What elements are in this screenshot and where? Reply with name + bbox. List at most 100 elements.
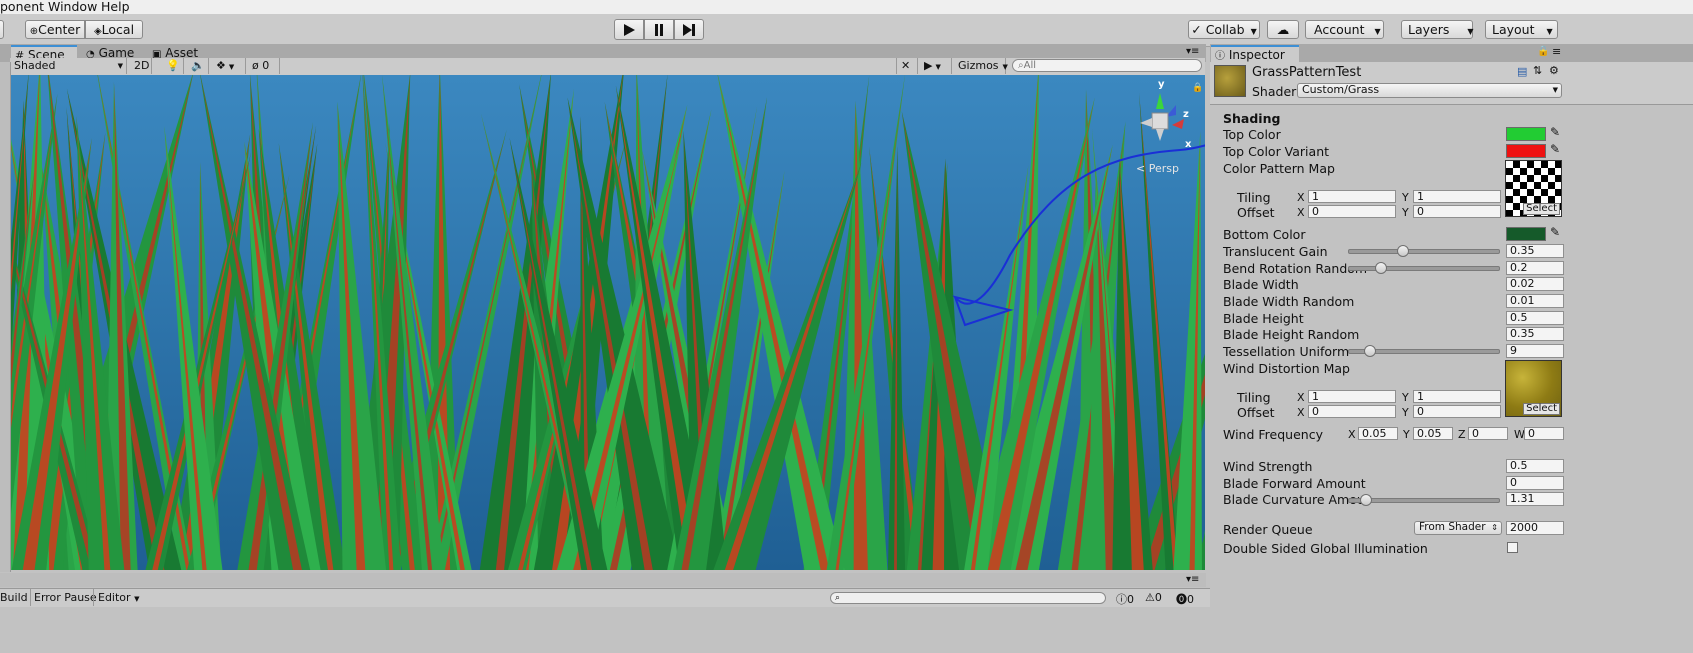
gizmo-lock-icon[interactable]: 🔒 xyxy=(1192,83,1203,93)
console-search-input[interactable]: ⌕ xyxy=(830,592,1106,604)
speaker-icon: 🔈 xyxy=(191,59,205,72)
pause-button[interactable] xyxy=(644,19,674,40)
translucent-gain-input[interactable]: 0.35 xyxy=(1506,244,1564,258)
account-dropdown[interactable]: Account ▼ xyxy=(1305,20,1384,39)
tessellation-uniform-input[interactable]: 9 xyxy=(1506,344,1564,358)
blade-width-random-input[interactable]: 0.01 xyxy=(1506,294,1564,308)
gizmos-dropdown[interactable]: Gizmos ▼ xyxy=(954,58,1008,74)
error-icon: ⓿ xyxy=(1176,593,1187,606)
shading-mode-dropdown[interactable]: Shaded ▼ xyxy=(10,58,127,74)
offset-y-input[interactable]: 0 xyxy=(1413,205,1501,218)
hidden-objects-toggle[interactable]: ø 0 xyxy=(248,58,280,74)
translucent-gain-thumb[interactable] xyxy=(1397,245,1409,257)
play-button[interactable] xyxy=(614,19,644,40)
audio-toggle[interactable]: 🔈 xyxy=(187,58,209,74)
blade-width-input[interactable]: 0.02 xyxy=(1506,277,1564,291)
layout-dropdown[interactable]: Layout ▼ xyxy=(1485,20,1558,39)
bend-rotation-random-thumb[interactable] xyxy=(1375,262,1387,274)
lock-icon[interactable]: 🔒 xyxy=(1537,46,1549,57)
cloud-button[interactable]: ☁ xyxy=(1267,20,1299,39)
wind-frequency-label: Wind Frequency xyxy=(1223,427,1323,442)
orientation-gizmo[interactable]: y z x 🔒 xyxy=(1130,79,1203,163)
gizmo-z-label: z xyxy=(1183,109,1189,120)
eyedropper-icon[interactable]: ✎ xyxy=(1550,225,1560,239)
bend-rotation-random-input[interactable]: 0.2 xyxy=(1506,261,1564,275)
blade-forward-amount-input[interactable]: 0 xyxy=(1506,476,1564,490)
blade-height-random-label: Blade Height Random xyxy=(1223,327,1360,342)
panel-menu-icon[interactable]: ≡ xyxy=(1552,45,1561,58)
wind-strength-input[interactable]: 0.5 xyxy=(1506,459,1564,473)
color-pattern-select-button[interactable]: Select xyxy=(1523,203,1560,215)
lighting-toggle[interactable]: 💡 xyxy=(162,58,184,74)
projection-label[interactable]: < Persp xyxy=(1136,162,1179,175)
error-filter-toggle[interactable]: ⓿0 xyxy=(1176,591,1194,607)
effects-dropdown[interactable]: ❖ ▼ xyxy=(212,58,246,74)
panel-menu-icon[interactable]: ▾≡ xyxy=(1186,574,1199,585)
menu-item-window[interactable]: Window xyxy=(48,0,97,14)
wind-frequency-z-input[interactable]: 0 xyxy=(1468,427,1508,440)
offset-x-input[interactable]: 0 xyxy=(1308,405,1396,418)
menu-item-help[interactable]: Help xyxy=(101,0,130,14)
x-label: X xyxy=(1297,206,1305,219)
translucent-gain-slider[interactable] xyxy=(1348,249,1500,254)
top-color-variant-swatch[interactable] xyxy=(1506,144,1546,158)
z-label: Z xyxy=(1458,428,1466,441)
blade-curvature-amount-input[interactable]: 1.31 xyxy=(1506,492,1564,506)
section-shading: Shading xyxy=(1223,111,1281,126)
blade-curvature-amount-thumb[interactable] xyxy=(1360,494,1372,506)
transform-tool-button[interactable] xyxy=(0,20,4,39)
collab-dropdown[interactable]: ✓ Collab ▼ xyxy=(1188,20,1260,39)
menu-item-component[interactable]: ponent xyxy=(0,0,44,14)
render-queue-input[interactable]: 2000 xyxy=(1506,521,1564,535)
bend-rotation-random-slider[interactable] xyxy=(1348,266,1500,271)
space-local-button[interactable]: ◈Local xyxy=(85,20,143,39)
scene-search-input[interactable]: ⌕All xyxy=(1012,59,1202,72)
tiling-x-input[interactable]: 1 xyxy=(1308,190,1396,203)
tiling-x-input[interactable]: 1 xyxy=(1308,390,1396,403)
layers-dropdown[interactable]: Layers ▼ xyxy=(1401,20,1474,39)
eyedropper-icon[interactable]: ✎ xyxy=(1550,125,1560,139)
tools-toggle[interactable]: ✕ xyxy=(896,58,918,74)
main-toolbar: ⊕Center ◈Local ✓ Collab ▼ ☁ Account ▼ Laye… xyxy=(0,14,1693,47)
inspector-tab-bar: ⓘ Inspector 🔒 ≡ xyxy=(1210,44,1693,62)
wind-distortion-map-texture[interactable]: Select xyxy=(1505,360,1562,417)
eyedropper-icon[interactable]: ✎ xyxy=(1550,142,1560,156)
tab-inspector[interactable]: ⓘ Inspector xyxy=(1211,45,1299,62)
wind-frequency-w-input[interactable]: 0 xyxy=(1524,427,1564,440)
offset-y-input[interactable]: 0 xyxy=(1413,405,1501,418)
search-icon: ⌕ xyxy=(835,593,841,603)
blade-forward-amount-label: Blade Forward Amount xyxy=(1223,476,1366,491)
preset-icon[interactable]: ⇅ xyxy=(1533,64,1542,77)
gear-icon[interactable]: ⚙ xyxy=(1549,64,1559,77)
tiling-y-input[interactable]: 1 xyxy=(1413,190,1501,203)
render-queue-mode-dropdown[interactable]: From Shader ⇕ xyxy=(1414,521,1502,535)
info-filter-toggle[interactable]: ⓘ0 xyxy=(1116,591,1134,607)
2d-toggle[interactable]: 2D xyxy=(130,58,152,74)
tiling-y-input[interactable]: 1 xyxy=(1413,390,1501,403)
editor-dropdown[interactable]: Editor ▼ xyxy=(98,591,139,604)
info-icon: ⓘ xyxy=(1215,51,1225,62)
double-sided-gi-checkbox[interactable] xyxy=(1507,542,1518,553)
wind-frequency-x-input[interactable]: 0.05 xyxy=(1358,427,1398,440)
shader-dropdown[interactable]: Custom/Grass ▼ xyxy=(1297,83,1562,98)
blade-height-input[interactable]: 0.5 xyxy=(1506,311,1564,325)
error-pause-toggle[interactable]: Error Pause xyxy=(34,591,97,604)
blade-height-random-input[interactable]: 0.35 xyxy=(1506,327,1564,341)
offset-x-input[interactable]: 0 xyxy=(1308,205,1396,218)
panel-menu-icon[interactable]: ▾≡ xyxy=(1186,46,1199,57)
tessellation-uniform-label: Tessellation Uniform xyxy=(1223,344,1350,359)
book-icon[interactable]: ▤ xyxy=(1517,65,1527,78)
wind-distortion-select-button[interactable]: Select xyxy=(1523,403,1560,415)
color-pattern-map-texture[interactable]: Select xyxy=(1505,160,1562,217)
build-button[interactable]: Build xyxy=(0,591,28,604)
top-color-swatch[interactable] xyxy=(1506,127,1546,141)
pivot-center-button[interactable]: ⊕Center xyxy=(25,20,85,39)
step-button[interactable] xyxy=(674,19,704,40)
y-label: Y xyxy=(1402,191,1409,204)
warning-filter-toggle[interactable]: ⚠0 xyxy=(1145,591,1162,604)
bottom-color-swatch[interactable] xyxy=(1506,227,1546,241)
tessellation-uniform-thumb[interactable] xyxy=(1364,345,1376,357)
wind-frequency-y-input[interactable]: 0.05 xyxy=(1413,427,1453,440)
camera-dropdown[interactable]: ▶ ▼ xyxy=(920,58,952,74)
scene-viewport[interactable]: y z x 🔒 < Persp xyxy=(10,75,1205,570)
